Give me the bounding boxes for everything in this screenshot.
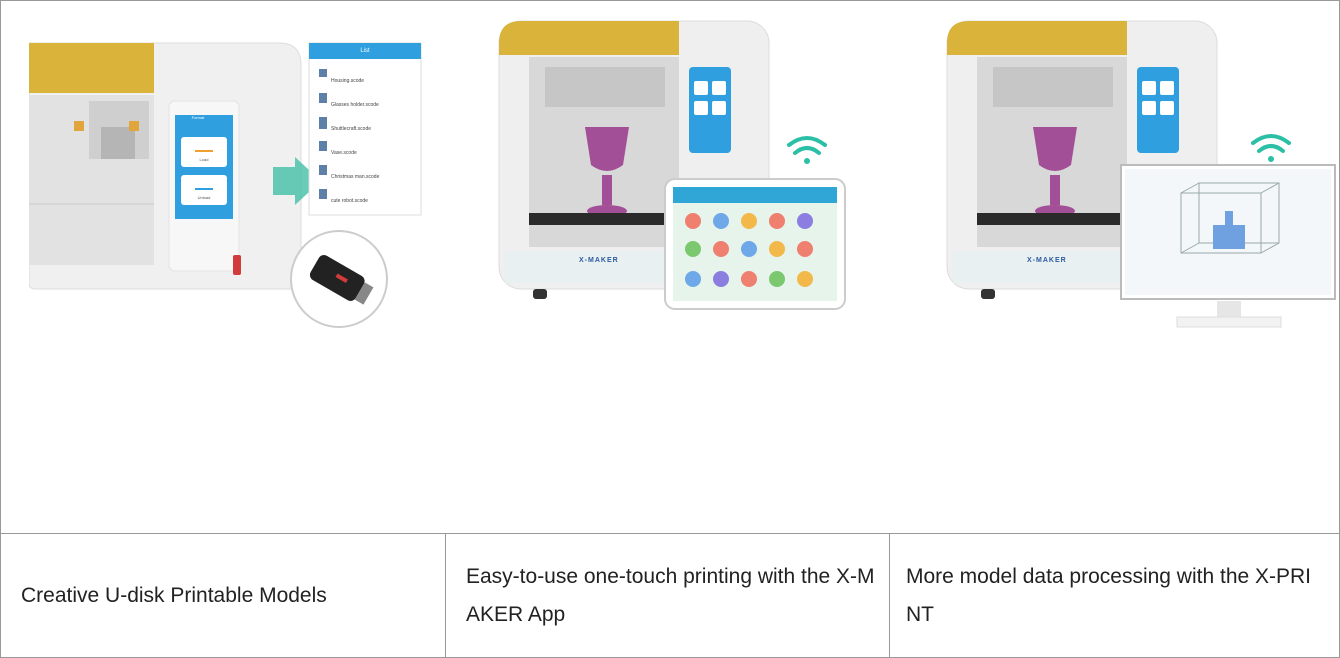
xprint-illustration — [946, 20, 1336, 328]
load-option: Load — [199, 157, 209, 162]
file-item: Vase.scode — [331, 150, 357, 156]
caption-cell-print: More model data processing with the X-PR… — [889, 534, 1339, 658]
file-list: Housing.scode Glasses holder.scode Shutt… — [331, 69, 379, 213]
caption-row: Creative U-disk Printable Models Easy-to… — [1, 534, 1339, 658]
caption-cell-usb: Creative U-disk Printable Models — [1, 534, 445, 658]
printer-logo: X-MAKER — [579, 257, 619, 264]
file-item: Christmas man.scode — [331, 174, 380, 180]
unload-option: Unload — [197, 195, 211, 200]
caption-app: Easy-to-use one-touch printing with the … — [466, 565, 875, 626]
caption-print: More model data processing with the X-PR… — [906, 565, 1312, 626]
file-item: Shuttlecraft.scode — [331, 126, 372, 132]
caption-cell-app: Easy-to-use one-touch printing with the … — [445, 534, 889, 658]
usb-illustration — [29, 42, 422, 328]
file-item: cute robot.scode — [331, 198, 368, 204]
file-list-title: List — [360, 48, 370, 54]
caption-usb: Creative U-disk Printable Models — [21, 584, 327, 607]
file-item: Glasses holder.scode — [331, 102, 379, 108]
file-item: Housing.scode — [331, 78, 365, 84]
app-illustration — [498, 20, 846, 310]
screen-title: Format — [191, 115, 205, 120]
printer-logo: X-MAKER — [1027, 257, 1067, 264]
images-row: List Format Load Unload Housing.scode Gl… — [1, 1, 1339, 534]
